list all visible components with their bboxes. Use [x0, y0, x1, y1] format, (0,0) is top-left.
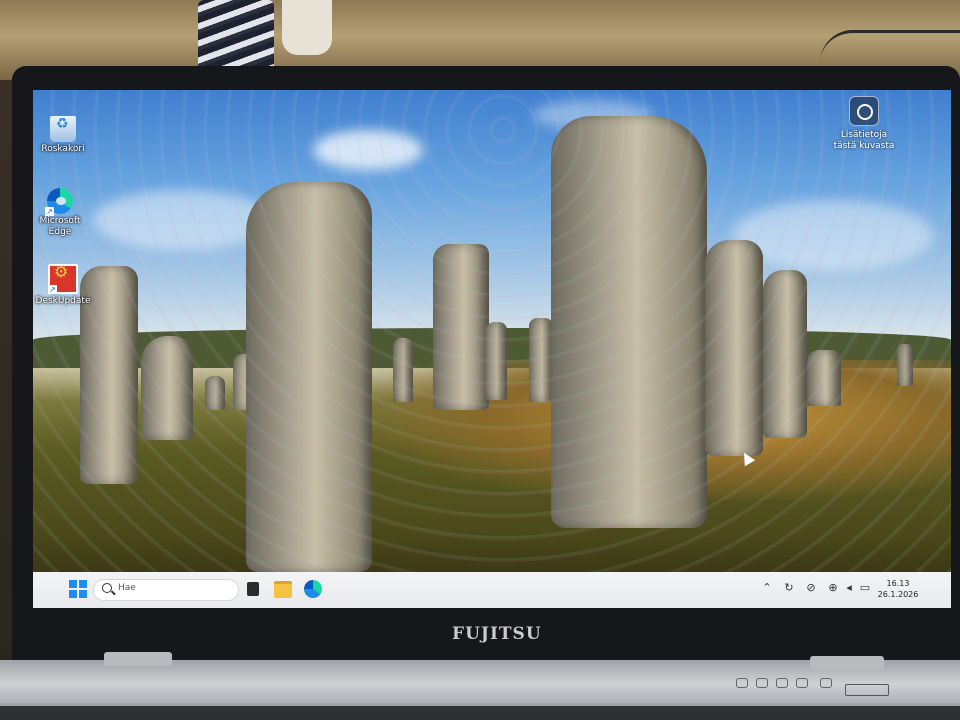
background-object: [282, 0, 332, 55]
search-box[interactable]: Hae: [93, 579, 239, 601]
laptop-brand-logo: FUJITSU: [452, 624, 542, 644]
copilot-icon[interactable]: ↻: [781, 580, 797, 596]
wallpaper-standing-stone: [807, 350, 841, 406]
desktop-icon-label: Roskakori: [41, 144, 85, 154]
folder-icon[interactable]: [274, 581, 292, 598]
spotlight-icon: [849, 96, 879, 126]
start-button[interactable]: [69, 580, 87, 598]
desktop-screen[interactable]: Roskakori ↗ Microsoft Edge ↗ DeskUpdate …: [33, 90, 951, 608]
power-led-icon: [820, 678, 832, 688]
desktop-icon-label: Microsoft Edge: [39, 216, 81, 237]
wallpaper-standing-stone: [433, 244, 489, 410]
task-view-icon[interactable]: [243, 579, 259, 596]
wallpaper-standing-stone: [246, 182, 372, 572]
desktop-icon-recycle-bin[interactable]: Roskakori: [33, 116, 93, 155]
wallpaper-standing-stone: [897, 344, 913, 386]
shortcut-arrow-icon: ↗: [45, 207, 54, 216]
spotlight-learn-more[interactable]: Lisätietoja tästä kuvasta: [829, 96, 899, 152]
search-placeholder: Hae: [118, 583, 136, 593]
background-cable: [820, 30, 960, 63]
wallpaper-standing-stone: [205, 376, 225, 410]
edge-icon[interactable]: [304, 580, 322, 598]
wallpaper-cloud: [313, 130, 423, 170]
background-object: [198, 0, 274, 72]
status-led-icon: [776, 678, 788, 688]
wallpaper-standing-stone: [529, 318, 553, 402]
recycle-bin-icon: [50, 116, 76, 142]
volume-icon[interactable]: ◂: [841, 580, 857, 596]
wallpaper-standing-stone: [705, 240, 763, 456]
chevron-up-icon[interactable]: ⌃: [759, 580, 775, 596]
hinge-tab: [810, 656, 884, 670]
status-led-icon: [756, 678, 768, 688]
wallpaper-standing-stone: [485, 322, 507, 400]
desktop-icon-label: DeskUpdate: [35, 296, 91, 306]
taskbar-clock[interactable]: 16.13 26.1.2026: [875, 578, 921, 600]
wallpaper-standing-stone: [393, 338, 413, 402]
wallpaper-standing-stone: [141, 336, 193, 440]
desktop-icon-deskupdate[interactable]: ↗ DeskUpdate: [33, 264, 93, 307]
hinge-tab: [104, 652, 172, 666]
status-led-icon: [736, 678, 748, 688]
clock-date: 26.1.2026: [877, 590, 919, 599]
spotlight-label: Lisätietoja tästä kuvasta: [833, 130, 895, 151]
wallpaper-cloud: [733, 200, 933, 270]
network-icon[interactable]: ⊕: [825, 580, 841, 596]
camera-off-icon[interactable]: ⊘: [803, 580, 819, 596]
taskbar: Hae ⌃ ↻ ⊘ ⊕ ◂ ▭ 16.13 26.1.2026: [33, 572, 951, 608]
status-led-icon: [796, 678, 808, 688]
battery-icon[interactable]: ▭: [857, 580, 873, 596]
desktop-icon-edge[interactable]: ↗ Microsoft Edge: [33, 188, 90, 238]
clock-time: 16.13: [886, 579, 910, 588]
wallpaper-standing-stone: [551, 116, 707, 528]
keyboard-edge: [0, 706, 960, 720]
search-icon: [102, 583, 112, 593]
deskupdate-icon: ↗: [48, 264, 78, 294]
shortcut-arrow-icon: ↗: [48, 285, 57, 294]
edge-icon: ↗: [45, 188, 73, 216]
wallpaper-standing-stone: [763, 270, 807, 438]
power-button[interactable]: [845, 684, 889, 696]
